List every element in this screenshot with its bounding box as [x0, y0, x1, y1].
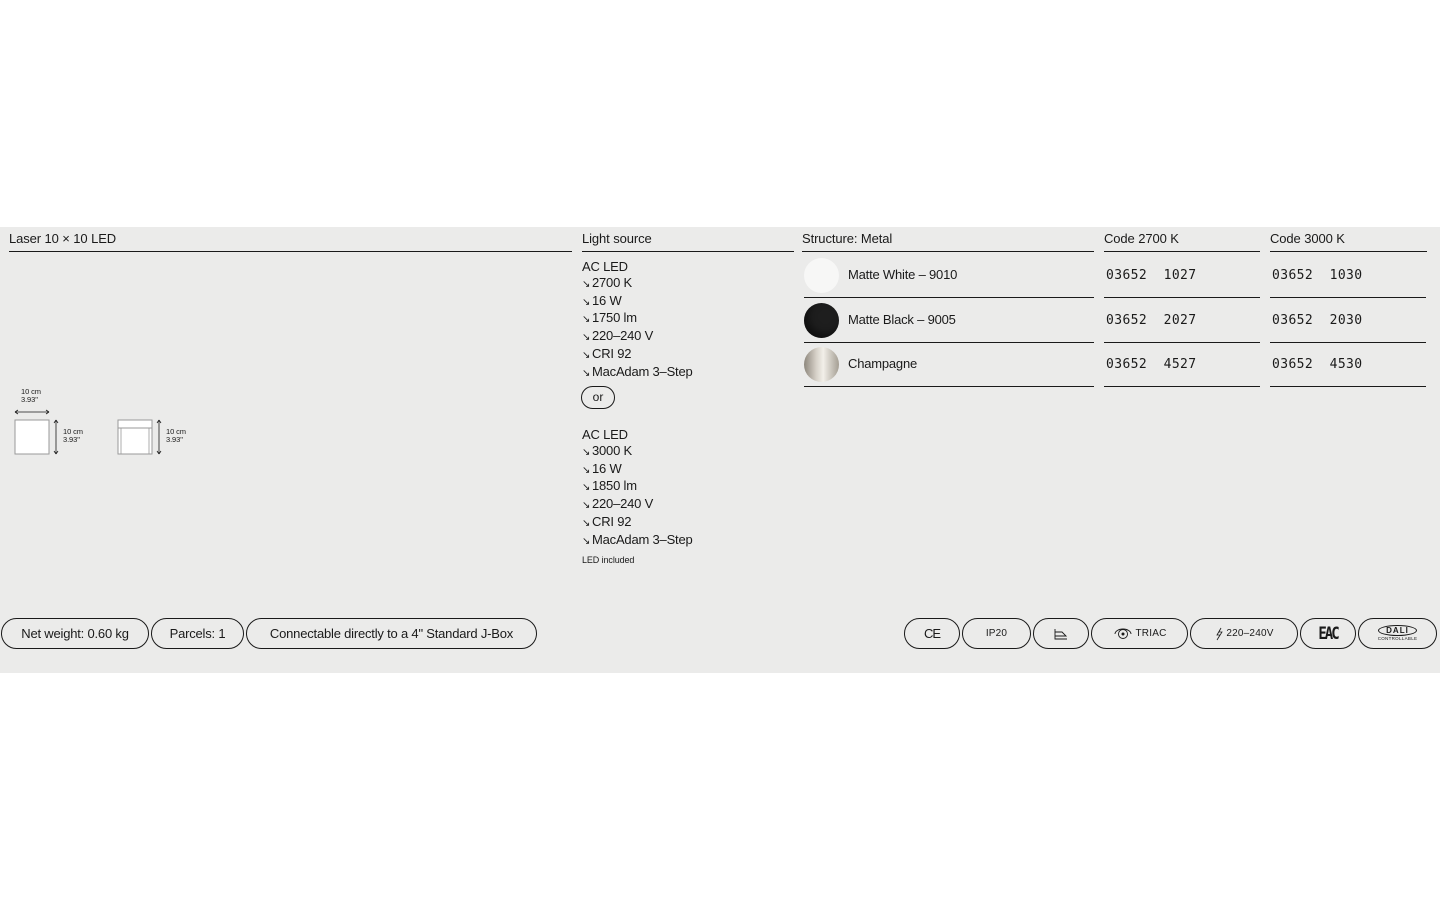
- or-separator: or: [581, 386, 615, 409]
- ip-text: IP20: [985, 628, 1008, 639]
- code-2700-white: 03652 1027: [1104, 253, 1260, 298]
- finish-label: Matte Black – 9005: [848, 312, 956, 327]
- spec-value: CRI 92: [592, 513, 632, 529]
- spec-value: 1750 lm: [592, 310, 637, 326]
- spec-value: 16 W: [592, 460, 622, 476]
- light-option-2700: AC LED ↘ 2700 K ↘ 16 W ↘ 1750 lm ↘ 220–240 V…: [582, 259, 693, 382]
- code-3000-heading: Code 3000 K: [1270, 232, 1427, 252]
- black-swatch: [804, 303, 839, 338]
- ce-mark-icon: CE: [904, 618, 960, 649]
- code-2700-black: 03652 2027: [1104, 298, 1260, 343]
- light-option-3000: AC LED ↘ 3000 K ↘ 16 W ↘ 1850 lm ↘ 220–240 V…: [582, 427, 693, 550]
- eac-text: EAC: [1318, 623, 1339, 644]
- led-included-note: LED included: [582, 555, 635, 565]
- arrow-icon: ↘: [582, 446, 591, 458]
- spec-value: 3000 K: [592, 442, 633, 458]
- light-source-heading: Light source: [582, 232, 794, 252]
- front-height-label: 10 cm 3.93": [63, 428, 83, 444]
- spec-line: ↘ 2700 K: [582, 275, 693, 293]
- dali-text: DALI: [1378, 625, 1417, 636]
- spec-value: MacAdam 3–Step: [592, 363, 693, 379]
- code-value: 03652 2030: [1272, 313, 1363, 328]
- spec-line: ↘ MacAdam 3–Step: [582, 364, 693, 382]
- finish-row-champagne[interactable]: Champagne: [804, 342, 1094, 387]
- spec-value: 1850 lm: [592, 478, 637, 494]
- code-value: 03652 4527: [1106, 357, 1197, 372]
- spec-value: 16 W: [592, 292, 622, 308]
- arrow-icon: ↘: [582, 367, 591, 379]
- parcels-badge: Parcels: 1: [151, 618, 244, 649]
- champagne-swatch: [804, 347, 839, 382]
- code-3000-champagne: 03652 4530: [1270, 342, 1426, 387]
- surface-mount-glyph: [1054, 628, 1068, 639]
- spec-line: ↘ MacAdam 3–Step: [582, 532, 693, 550]
- triac-dimmable-icon: TRIAC: [1091, 618, 1188, 649]
- side-height-in: 3.93": [166, 435, 183, 444]
- spec-line: ↘ CRI 92: [582, 346, 693, 364]
- code-value: 03652 2027: [1106, 313, 1197, 328]
- spec-line: ↘ 3000 K: [582, 443, 693, 461]
- spec-line: ↘ CRI 92: [582, 514, 693, 532]
- structure-heading: Structure: Metal: [802, 232, 1094, 252]
- finish-row-white[interactable]: Matte White – 9010: [804, 253, 1094, 298]
- arrow-icon: ↘: [582, 482, 591, 494]
- width-in: 3.93": [21, 395, 38, 404]
- spec-line: ↘ 16 W: [582, 461, 693, 479]
- dali-icon: DALI CONTROLLABLE: [1358, 618, 1437, 649]
- spec-value: 220–240 V: [592, 496, 654, 512]
- spec-line: ↘ 16 W: [582, 293, 693, 311]
- finish-row-black[interactable]: Matte Black – 9005: [804, 298, 1094, 343]
- light-type: AC LED: [582, 259, 628, 274]
- arrow-icon: ↘: [582, 517, 591, 529]
- dimmer-glyph: [1114, 628, 1131, 639]
- spec-value: CRI 92: [592, 345, 632, 361]
- net-weight-badge: Net weight: 0.60 kg: [1, 618, 149, 649]
- code-value: 03652 1027: [1106, 268, 1197, 283]
- arrow-icon: ↘: [582, 278, 591, 290]
- voltage-text: 220–240V: [1226, 628, 1274, 639]
- ce-text: CE: [923, 626, 941, 641]
- spec-line: ↘ 1750 lm: [582, 310, 693, 328]
- front-height-in: 3.93": [63, 435, 80, 444]
- arrow-icon: ↘: [582, 332, 591, 344]
- arrow-icon: ↘: [582, 296, 591, 308]
- spec-line: ↘ 220–240 V: [582, 496, 693, 514]
- code-2700-heading: Code 2700 K: [1104, 232, 1260, 252]
- spec-value: 220–240 V: [592, 328, 654, 344]
- finish-label: Matte White – 9010: [848, 267, 958, 282]
- spec-line: ↘ 1850 lm: [582, 478, 693, 496]
- triac-text: TRIAC: [1135, 628, 1167, 639]
- side-height-label: 10 cm 3.93": [166, 428, 186, 444]
- arrow-icon: ↘: [582, 314, 591, 326]
- arrow-icon: ↘: [582, 464, 591, 476]
- light-type: AC LED: [582, 427, 628, 442]
- finish-label: Champagne: [848, 356, 918, 371]
- arrow-icon: ↘: [582, 500, 591, 512]
- arrow-icon: ↘: [582, 349, 591, 361]
- dali-subtext: CONTROLLABLE: [1377, 636, 1418, 641]
- eac-mark-icon: EAC: [1300, 618, 1356, 649]
- code-3000-white: 03652 1030: [1270, 253, 1426, 298]
- white-swatch: [804, 258, 839, 293]
- code-2700-champagne: 03652 4527: [1104, 342, 1260, 387]
- code-3000-black: 03652 2030: [1270, 298, 1426, 343]
- arrow-icon: ↘: [582, 535, 591, 547]
- code-value: 03652 4530: [1272, 357, 1363, 372]
- ip20-icon: IP20: [962, 618, 1031, 649]
- code-value: 03652 1030: [1272, 268, 1363, 283]
- spec-line: ↘ 220–240 V: [582, 328, 693, 346]
- width-dimension-label: 10 cm 3.93": [21, 388, 41, 404]
- bolt-glyph: [1216, 627, 1224, 640]
- spec-value: MacAdam 3–Step: [592, 531, 693, 547]
- jbox-badge: Connectable directly to a 4" Standard J-…: [246, 618, 537, 649]
- surface-mount-icon: [1033, 618, 1089, 649]
- voltage-icon: 220–240V: [1190, 618, 1298, 649]
- product-title: Laser 10 × 10 LED: [9, 232, 572, 252]
- spec-value: 2700 K: [592, 274, 633, 290]
